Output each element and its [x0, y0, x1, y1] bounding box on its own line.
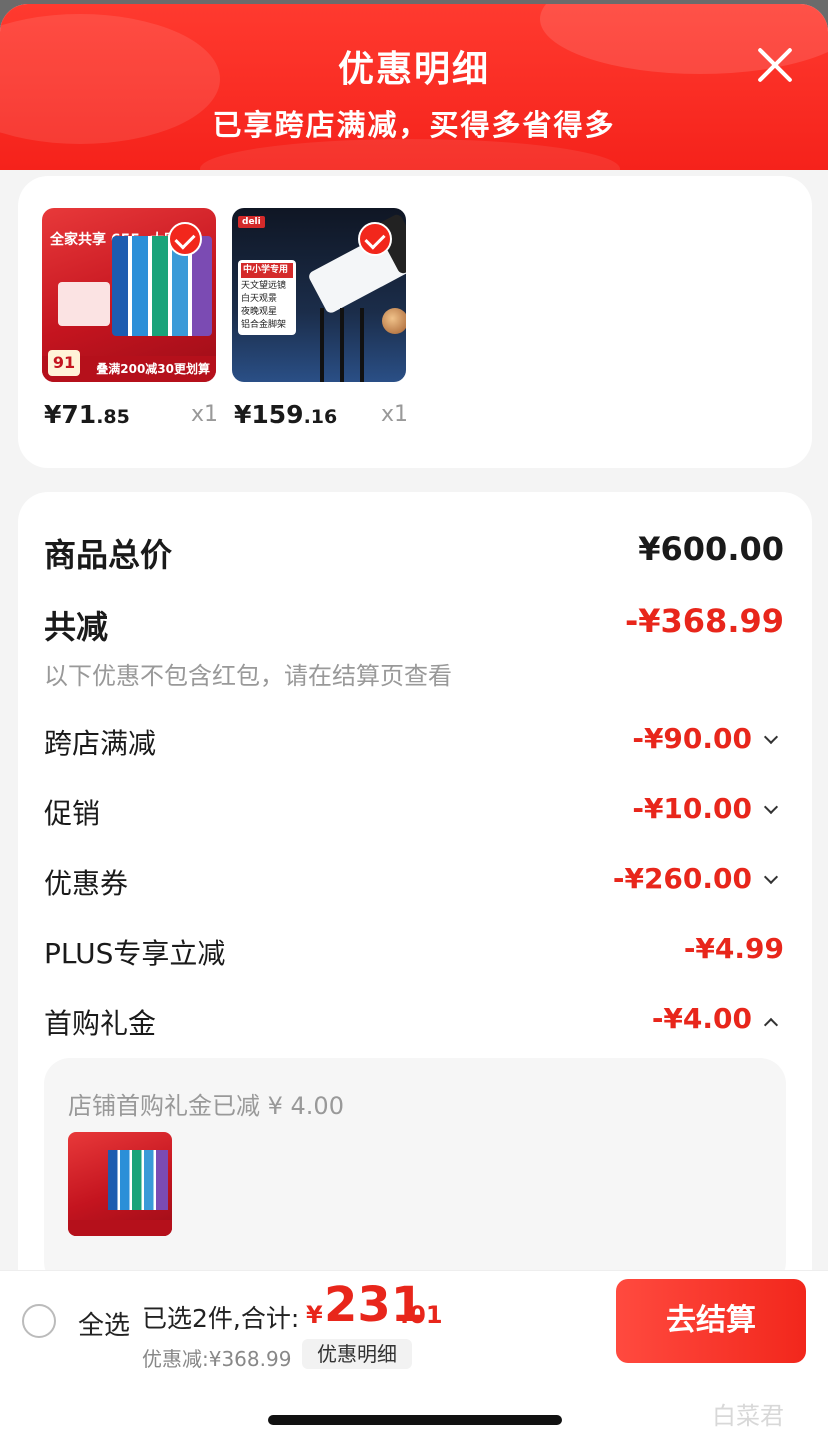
discount-detail-button[interactable]: 优惠明细 [302, 1339, 412, 1369]
product-image-price: 91 [48, 350, 80, 376]
brand-logo: deli [238, 216, 265, 228]
product-qty: x1 [190, 402, 218, 427]
discount-row-plus: PLUS专享立减 -¥4.99 [44, 932, 784, 970]
discount-detail-sheet: 优惠明细 已享跨店满减，买得多省得多 全家共享 655g大容量 叠满200减30… [0, 4, 828, 1439]
discount-row-promotion[interactable]: 促销 -¥10.00 [44, 792, 784, 842]
sheet-title: 优惠明细 [337, 49, 490, 90]
select-all-label[interactable]: 全选 [78, 1305, 130, 1342]
product-price: ¥159.16 [234, 400, 338, 429]
chevron-up-icon[interactable] [763, 1017, 779, 1033]
product-image-toothpaste[interactable]: 全家共享 655g大容量 叠满200减30更划算 91 [42, 208, 216, 382]
product-price: ¥71.85 [44, 400, 130, 429]
product-image-telescope[interactable]: deli 中小学专用 天文望远镜 白天观景 夜晚观星 铝合金脚架 [232, 208, 406, 382]
discount-row-coupon[interactable]: 优惠券 -¥260.00 [44, 862, 784, 912]
total-currency: ¥ [306, 1301, 323, 1329]
discount-note: 以下优惠不包含红包，请在结算页查看 [44, 662, 452, 690]
discount-row-first-purchase[interactable]: 首购礼金 -¥4.00 [44, 1002, 784, 1052]
total-amount-decimal: .01 [400, 1301, 443, 1329]
total-reduced-row: 共减 -¥368.99 [44, 602, 784, 652]
price-summary-card: 商品总价 ¥600.00 共减 -¥368.99 以下优惠不包含红包，请在结算页… [18, 492, 812, 1392]
close-icon[interactable] [752, 42, 798, 88]
checked-icon[interactable] [358, 222, 392, 256]
total-price-label: 商品总价 [44, 536, 173, 574]
chevron-down-icon[interactable] [763, 729, 779, 745]
product-image-label: 中小学专用 天文望远镜 白天观景 夜晚观星 铝合金脚架 [238, 260, 296, 335]
product-item[interactable]: 全家共享 655g大容量 叠满200减30更划算 91 ¥71.85 x1 [42, 208, 218, 429]
home-indicator[interactable] [268, 1415, 562, 1425]
checkout-bar: 全选 已选2件,合计: ¥ 231 .01 优惠减:¥368.99 优惠明细 去… [0, 1270, 828, 1371]
chevron-down-icon[interactable] [763, 799, 779, 815]
product-thumbnail [68, 1132, 172, 1236]
sheet-subtitle: 已享跨店满减，买得多省得多 [212, 108, 616, 142]
chevron-down-icon[interactable] [763, 869, 779, 885]
checked-icon[interactable] [168, 222, 202, 256]
total-reduced-value: -¥368.99 [624, 602, 784, 640]
checkout-button[interactable]: 去结算 [616, 1279, 806, 1363]
first-purchase-detail-text: 店铺首购礼金已减 ¥ 4.00 [68, 1092, 344, 1120]
first-purchase-detail: 店铺首购礼金已减 ¥ 4.00 [44, 1058, 786, 1288]
selected-count: 已选2件,合计: [142, 1304, 300, 1333]
discount-row-cross-store[interactable]: 跨店满减 -¥90.00 [44, 722, 784, 772]
total-price-value: ¥600.00 [638, 530, 784, 568]
total-price-row: 商品总价 ¥600.00 [44, 530, 784, 580]
discount-amount: 优惠减:¥368.99 [142, 1347, 292, 1371]
sheet-header: 优惠明细 已享跨店满减，买得多省得多 [0, 4, 828, 170]
safe-area: 白菜君 [0, 1370, 828, 1439]
products-card: 全家共享 655g大容量 叠满200减30更划算 91 ¥71.85 x1 de… [18, 176, 812, 468]
watermark: 白菜君 [712, 1402, 784, 1430]
product-qty: x1 [380, 402, 408, 427]
total-reduced-label: 共减 [44, 608, 109, 646]
product-item[interactable]: deli 中小学专用 天文望远镜 白天观景 夜晚观星 铝合金脚架 ¥159.16… [232, 208, 408, 429]
select-all-checkbox[interactable] [22, 1304, 56, 1338]
